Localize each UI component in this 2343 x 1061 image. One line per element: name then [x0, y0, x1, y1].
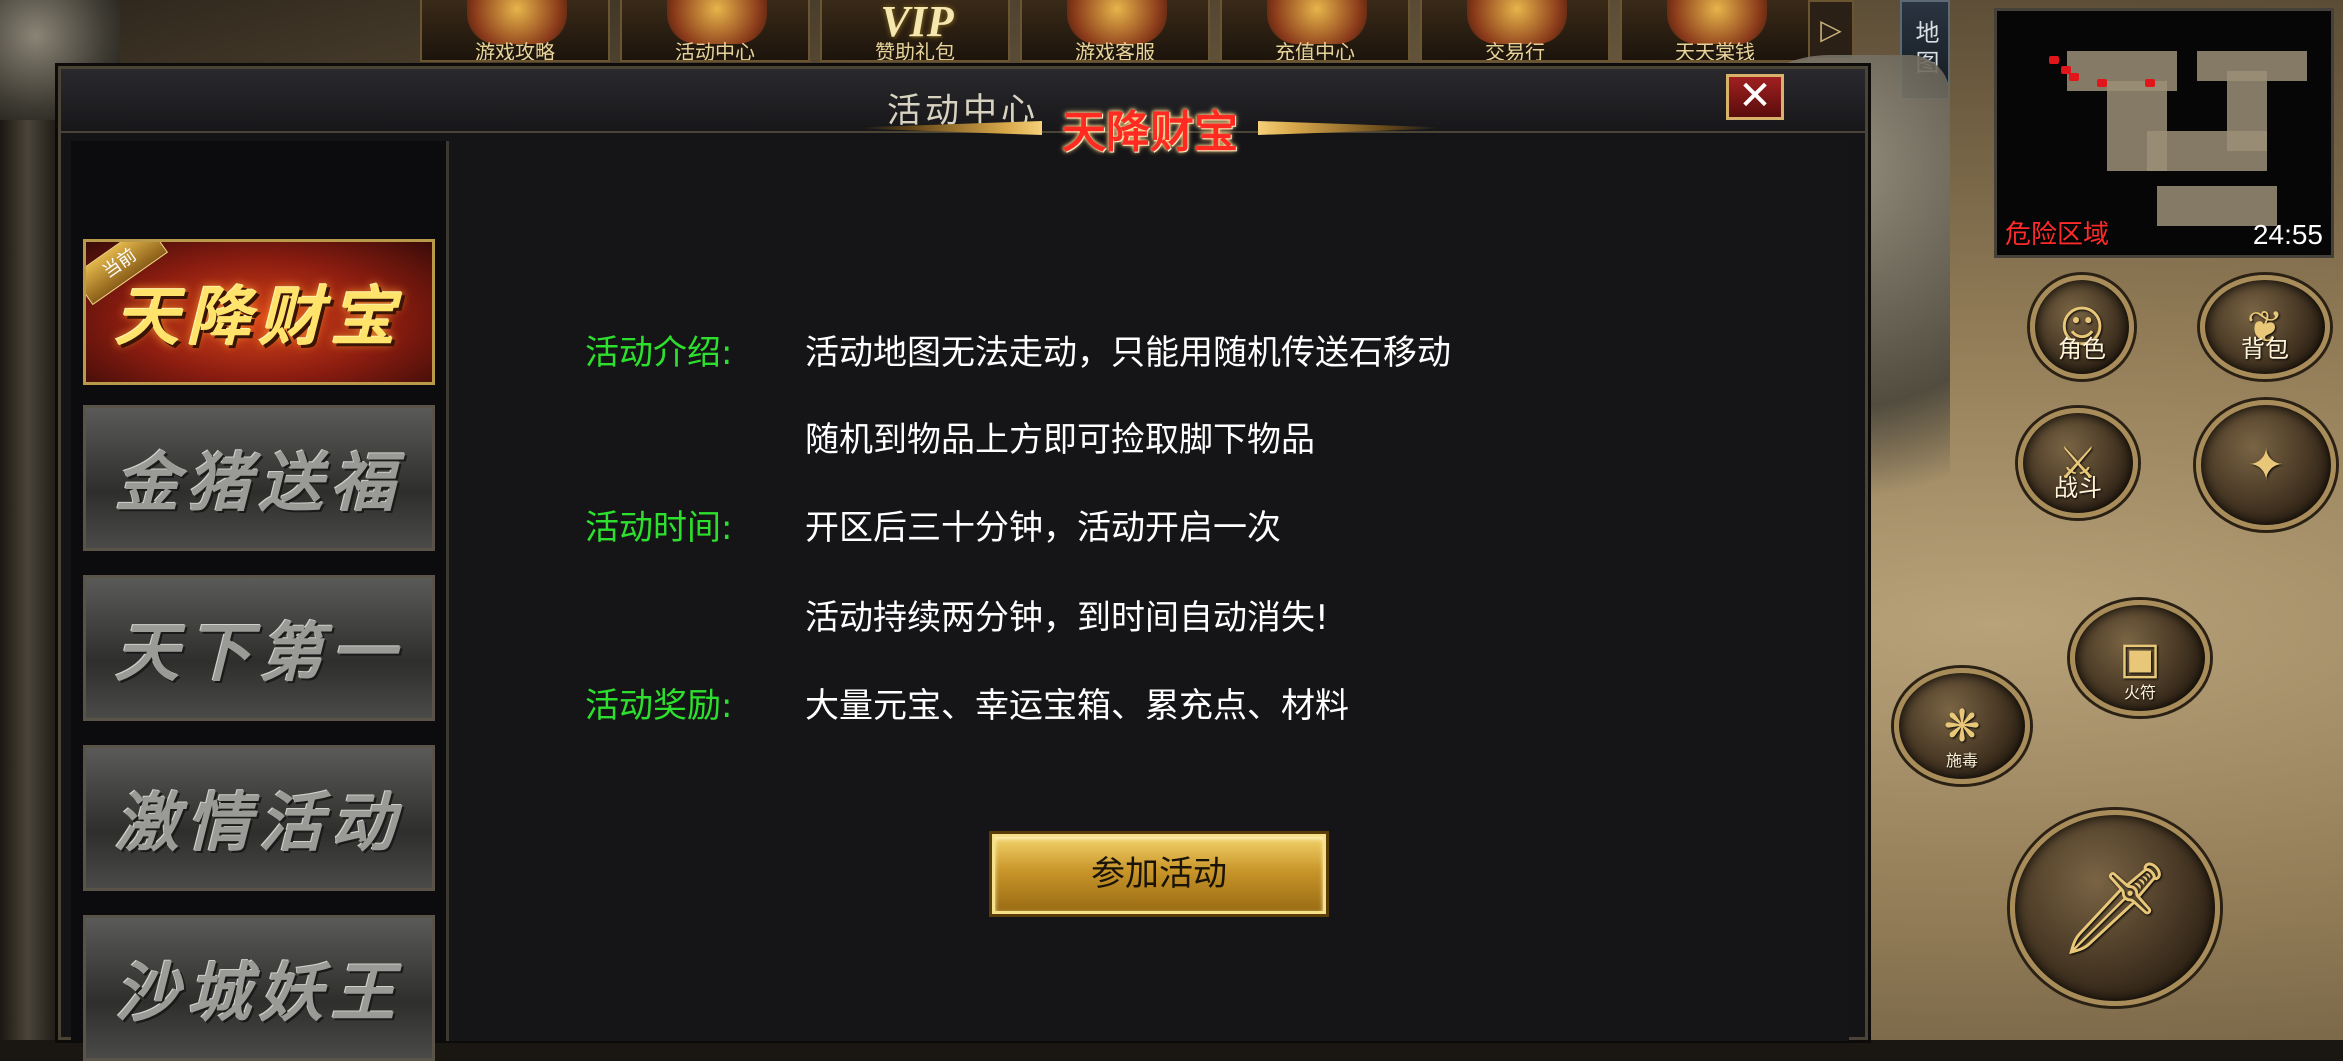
bag-button[interactable]: ❦ 背包 [2200, 275, 2330, 379]
top-item-label: 赞助礼包 [875, 42, 955, 60]
gold-ingot-icon [1267, 0, 1367, 44]
activity-icon [667, 0, 767, 44]
skill-poison-button[interactable]: ❋ 施毒 [1894, 668, 2030, 784]
skill-label: 火符 [2123, 683, 2156, 702]
skill-label: 角色 [2058, 335, 2106, 363]
activity-tab-list: 当前 天降财宝 金猪送福 天下第一 激情活动 沙城妖王 [71, 141, 449, 1061]
minimap-enemy-marker [2069, 73, 2079, 81]
tab-label: 沙城妖王 [115, 956, 403, 1031]
battle-button[interactable]: ⚔ 战斗 [2018, 408, 2138, 518]
skill-label: 战斗 [2054, 474, 2102, 502]
attack-button[interactable]: 🗡 [2010, 810, 2220, 1006]
top-item-activity-center[interactable]: 活动中心 [620, 0, 810, 62]
tab-sky-treasure[interactable]: 当前 天降财宝 [83, 239, 435, 385]
character-button[interactable]: ☺ 角色 [2030, 275, 2134, 379]
poison-icon: ❋ [1943, 700, 1981, 752]
minimap-enemy-marker [2049, 56, 2059, 64]
sword-icon: 🗡 [2057, 855, 2173, 961]
tab-golden-pig[interactable]: 金猪送福 [83, 405, 435, 551]
activity-center-panel: 活动中心 当前 天降财宝 金猪送福 天下第一 激情活动 沙城妖王 [58, 66, 1868, 1061]
trade-icon [1467, 0, 1567, 44]
minimap-terrain [2227, 71, 2267, 151]
join-activity-button[interactable]: 参加活动 [992, 834, 1326, 914]
close-icon: ✕ [1738, 73, 1772, 119]
support-icon [1067, 0, 1167, 44]
top-item-trade[interactable]: 交易行 [1420, 0, 1610, 62]
reward-text: 大量元宝、幸运宝箱、累充点、材料 [805, 686, 1349, 726]
tab-passion-event[interactable]: 激情活动 [83, 745, 435, 891]
time-label: 活动时间: [585, 508, 733, 548]
minimap-clock: 24:55 [2252, 219, 2323, 250]
event-intro-row: 活动介绍: 活动地图无法走动，只能用随机传送石移动 [585, 325, 1451, 374]
top-item-sponsor-pack[interactable]: VIP 赞助礼包 [820, 0, 1010, 62]
skill-fire-talisman-button[interactable]: ▣ 火符 [2070, 600, 2210, 716]
tab-label: 天下第一 [115, 616, 403, 691]
minimap[interactable]: 危险区域 24:55 [1994, 8, 2334, 258]
minimap-enemy-marker [2145, 79, 2155, 87]
tab-label: 激情活动 [115, 786, 403, 861]
top-function-bar: 游戏攻略 活动中心 VIP 赞助礼包 游戏客服 充值中心 交易行 天天棠钱 [420, 0, 1870, 62]
top-item-label: 充值中心 [1275, 42, 1355, 60]
intro-label: 活动介绍: [585, 333, 733, 373]
skill-label: 背包 [2241, 335, 2289, 363]
topbar-collapse-arrow-icon[interactable]: ▷ [1808, 0, 1854, 60]
event-title-bar: 天降财宝 [790, 96, 1510, 160]
top-item-label: 游戏客服 [1075, 42, 1155, 60]
reward-label: 活动奖励: [585, 686, 733, 726]
skill-label: 施毒 [1945, 751, 1978, 770]
vip-icon: VIP [880, 0, 954, 46]
top-item-guide[interactable]: 游戏攻略 [420, 0, 610, 62]
ornament-left-icon [862, 121, 1042, 135]
intro-line-2: 随机到物品上方即可捡取脚下物品 [805, 420, 1315, 460]
tab-label: 天降财宝 [115, 280, 403, 355]
top-item-label: 游戏攻略 [475, 42, 555, 60]
top-item-recharge[interactable]: 充值中心 [1220, 0, 1410, 62]
scroll-icon [467, 0, 567, 44]
time-line-1: 开区后三十分钟，活动开启一次 [805, 508, 1281, 548]
minimap-enemy-marker [2097, 79, 2107, 87]
shuriken-icon: ✦ [2247, 439, 2285, 491]
event-reward-row: 活动奖励: 大量元宝、幸运宝箱、累充点、材料 [585, 678, 1349, 727]
time-line-2: 活动持续两分钟，到时间自动消失! [805, 598, 1329, 638]
skill-shuriken-button[interactable]: ✦ [2196, 400, 2336, 530]
top-item-daily-reward[interactable]: 天天棠钱 [1620, 0, 1810, 62]
event-time-row: 活动时间: 开区后三十分钟，活动开启一次 [585, 500, 1281, 549]
close-button[interactable]: ✕ [1726, 74, 1784, 120]
top-item-label: 天天棠钱 [1675, 42, 1755, 60]
top-item-support[interactable]: 游戏客服 [1020, 0, 1210, 62]
minimap-zone-name: 危险区域 [2005, 220, 2110, 250]
tab-number-one[interactable]: 天下第一 [83, 575, 435, 721]
intro-line-1: 活动地图无法走动，只能用随机传送石移动 [805, 333, 1451, 373]
talisman-icon: ▣ [2119, 632, 2161, 684]
event-title: 天降财宝 [1062, 107, 1238, 158]
tab-label: 金猪送福 [115, 446, 403, 521]
top-item-label: 交易行 [1485, 42, 1545, 60]
tab-sand-city-demon[interactable]: 沙城妖王 [83, 915, 435, 1061]
ornament-right-icon [1258, 121, 1438, 135]
top-item-label: 活动中心 [675, 42, 755, 60]
reward-icon [1667, 0, 1767, 44]
